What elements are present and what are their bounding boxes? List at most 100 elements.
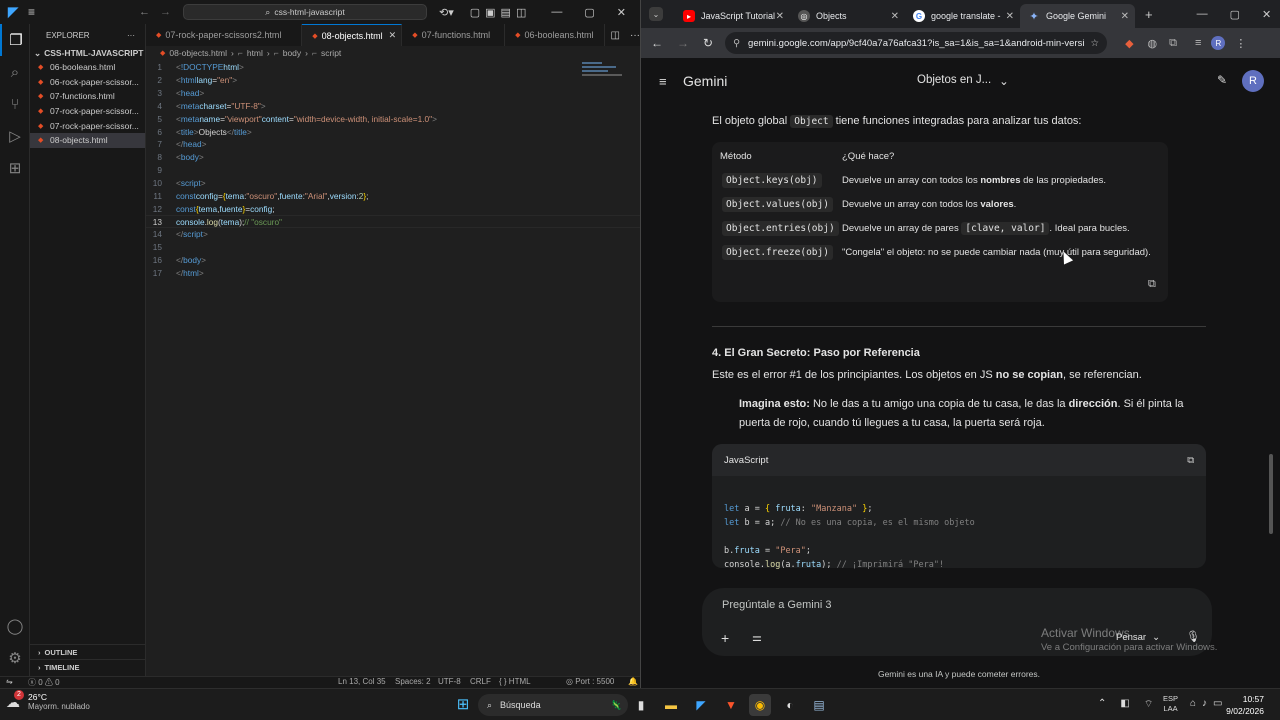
breadcrumb-html[interactable]: html <box>247 48 263 58</box>
more-actions-icon[interactable]: ··· <box>630 30 640 41</box>
reload-icon[interactable]: ↻ <box>703 36 713 50</box>
file-item[interactable]: ◆ 06-rock-paper-scissor... <box>30 75 145 90</box>
gemini-brand[interactable]: Gemini <box>683 73 727 89</box>
close-window-icon[interactable]: ✕ <box>617 6 626 19</box>
menu-icon[interactable]: ≡ <box>28 5 35 19</box>
minimize-icon[interactable]: — <box>551 6 562 18</box>
copy-code-icon[interactable]: ⧉ <box>1187 455 1194 466</box>
close-tab-icon[interactable]: ✕ <box>891 11 899 22</box>
new-chat-icon[interactable]: ✎ <box>1217 73 1227 87</box>
remote-icon[interactable]: ⇋ <box>6 677 13 686</box>
file-item-selected[interactable]: ◆ 08-objects.html <box>30 132 145 148</box>
split-editor-icon[interactable]: ◫ <box>611 30 620 41</box>
extension-icon[interactable]: ◆ <box>1125 37 1133 50</box>
back-arrow-icon[interactable]: ← <box>139 6 150 18</box>
forward-arrow-icon[interactable]: → <box>160 6 171 18</box>
layout-icons[interactable]: ▢▣▤◫ <box>470 6 532 19</box>
live-server-port[interactable]: ◎ Port : 5500 <box>566 677 614 686</box>
breadcrumb-file[interactable]: 08-objects.html <box>169 48 227 58</box>
vscode-taskbar-icon[interactable]: ◤ <box>690 694 712 716</box>
command-search[interactable]: ⌕ css-html-javascript <box>183 4 428 20</box>
close-tab-icon[interactable]: ✕ <box>776 11 784 22</box>
tab-google-gemini[interactable]: ✦ Google Gemini ✕ <box>1020 4 1135 28</box>
tools-icon[interactable]: ⚌ <box>752 631 762 644</box>
source-control-icon[interactable]: ⑂ <box>0 88 30 120</box>
site-info-icon[interactable]: ⚲ <box>733 38 740 49</box>
extension-icon[interactable]: ◍ <box>1148 37 1158 50</box>
indentation[interactable]: Spaces: 2 <box>395 677 431 686</box>
profile-avatar[interactable]: R <box>1211 36 1226 50</box>
language-mode[interactable]: { } HTML <box>499 677 531 686</box>
extensions-icon[interactable]: ⊞ <box>0 152 30 184</box>
tab-08-objects[interactable]: ◆ 08-objects.html ✕ <box>302 24 403 46</box>
file-item[interactable]: ◆ 07-functions.html <box>30 89 145 104</box>
encoding[interactable]: UTF-8 <box>438 677 461 686</box>
app-icon[interactable]: ◐ <box>779 694 801 716</box>
new-tab-icon[interactable]: + <box>1145 7 1153 22</box>
hamburger-menu-icon[interactable]: ≡ <box>659 74 667 89</box>
close-window-icon[interactable]: ✕ <box>1262 8 1271 21</box>
tab-07-functions[interactable]: ◆ 07-functions.html <box>402 24 506 46</box>
search-icon[interactable]: ⌕ <box>0 56 30 88</box>
taskbar-search[interactable]: ⌕ Búsqueda 🦎 <box>478 694 628 716</box>
user-avatar[interactable]: R <box>1242 70 1264 92</box>
clock[interactable]: 10:57 9/02/2026 <box>1222 693 1264 717</box>
cursor-position[interactable]: Ln 13, Col 35 <box>338 677 386 686</box>
brave-icon[interactable]: ▼ <box>720 694 742 716</box>
prompt-input[interactable]: Pregúntale a Gemini 3 <box>722 599 831 611</box>
copilot-icon[interactable]: ⟲▾ <box>439 6 454 19</box>
maximize-icon[interactable]: ▢ <box>1230 8 1240 21</box>
scrollbar[interactable] <box>1269 454 1273 534</box>
tab-search-icon[interactable]: ⌄ <box>649 7 663 21</box>
run-debug-icon[interactable]: ▷ <box>0 120 30 152</box>
breadcrumb-body[interactable]: body <box>283 48 301 58</box>
timeline-section[interactable]: › TIMELINE <box>30 659 146 674</box>
network-volume-battery[interactable]: ⌂ ♪ ▭ <box>1190 698 1223 709</box>
chrome-menu-icon[interactable]: ⋮ <box>1235 37 1246 50</box>
close-tab-icon[interactable]: ✕ <box>1006 11 1014 22</box>
folder-header[interactable]: ⌄ CSS-HTML-JAVASCRIPT <box>30 46 145 60</box>
explorer-icon[interactable]: ❐ <box>0 24 30 56</box>
gear-icon[interactable]: ⚙ <box>0 642 30 674</box>
forward-icon[interactable]: → <box>677 36 689 50</box>
more-actions-icon[interactable]: ··· <box>127 31 135 40</box>
minimize-icon[interactable]: — <box>1197 8 1208 20</box>
windows-start-icon[interactable]: ⊞ <box>452 693 474 715</box>
notepad-icon[interactable]: ▤ <box>808 694 830 716</box>
media-icon[interactable]: ≡ <box>1195 37 1201 49</box>
tab-google-translate[interactable]: Ggoogle translate - ✕ <box>905 4 1020 28</box>
wifi-icon[interactable]: ⌔ <box>1144 698 1153 711</box>
conversation-title-dropdown[interactable]: Objetos en J... ⌄ <box>917 74 1009 88</box>
outline-section[interactable]: › OUTLINE <box>30 644 146 659</box>
maximize-icon[interactable]: ▢ <box>584 6 594 19</box>
back-icon[interactable]: ← <box>651 36 663 50</box>
copy-table-icon[interactable]: ⧉ <box>1148 278 1156 291</box>
tab-06-booleans[interactable]: ◆ 06-booleans.html <box>505 24 605 46</box>
language-indicator[interactable]: ESP LAA <box>1163 694 1178 714</box>
file-item[interactable]: ◆ 07-rock-paper-scissor... <box>30 118 145 133</box>
code-editor[interactable]: ◆ 08-objects.html › ⌐ html › ⌐ body › ⌐ scr… <box>146 46 640 676</box>
file-explorer-icon[interactable]: ▬ <box>660 694 682 716</box>
add-attachment-icon[interactable]: + <box>721 630 729 646</box>
close-tab-icon[interactable]: ✕ <box>1121 11 1129 22</box>
tab-javascript-tutorial[interactable]: ▸ JavaScript Tutorial ✕ <box>675 4 790 28</box>
extensions-puzzle-icon[interactable]: ⧉ <box>1169 37 1177 50</box>
file-item[interactable]: ◆ 06-booleans.html <box>30 60 145 75</box>
file-item[interactable]: ◆ 07-rock-paper-scissor... <box>30 104 145 119</box>
weather-widget[interactable]: ☁ 2 26°C Mayorm. nublado <box>6 689 90 712</box>
tab-objects[interactable]: ◎ Objects ✕ <box>790 4 905 28</box>
chrome-icon[interactable]: ◉ <box>749 694 771 716</box>
bell-icon[interactable]: 🔔 <box>628 677 638 686</box>
tab-rock-paper-scissors2[interactable]: ◆ 07-rock-paper-scissors2.html <box>146 24 303 46</box>
minimap[interactable] <box>582 60 632 80</box>
address-bar[interactable]: ⚲ gemini.google.com/app/9cf40a7a76afca31… <box>725 32 1108 54</box>
line-ending[interactable]: CRLF <box>470 677 491 686</box>
account-icon[interactable]: ◯ <box>0 610 30 642</box>
problems-indicator[interactable]: ⓧ 0 ⚠ 0 <box>28 677 60 688</box>
task-view-icon[interactable]: ▮ <box>630 694 652 716</box>
chevron-up-icon[interactable]: ⌃ <box>1098 698 1106 711</box>
app-tray-icon[interactable]: ◧ <box>1120 698 1129 711</box>
breadcrumb-script[interactable]: script <box>321 48 341 58</box>
close-tab-icon[interactable]: ✕ <box>389 30 397 41</box>
bookmark-star-icon[interactable]: ☆ <box>1085 38 1100 49</box>
